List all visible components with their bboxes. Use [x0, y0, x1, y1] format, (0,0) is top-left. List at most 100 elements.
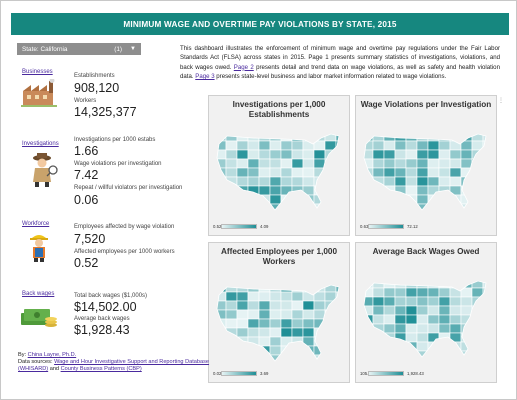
- state-region[interactable]: [427, 158, 440, 169]
- state-region[interactable]: [280, 327, 293, 338]
- state-region[interactable]: [471, 279, 484, 289]
- state-region[interactable]: [427, 167, 440, 178]
- state-region[interactable]: [336, 213, 347, 216]
- state-region[interactable]: [372, 287, 385, 298]
- state-region[interactable]: [324, 318, 337, 329]
- state-region[interactable]: [383, 341, 396, 352]
- state-region[interactable]: [236, 300, 249, 311]
- state-region[interactable]: [449, 332, 462, 343]
- state-region[interactable]: [236, 149, 249, 160]
- state-region[interactable]: [324, 149, 337, 160]
- state-region[interactable]: [362, 176, 374, 187]
- state-region[interactable]: [324, 345, 337, 356]
- state-region[interactable]: [416, 140, 429, 151]
- state-region[interactable]: [362, 279, 374, 289]
- state-region[interactable]: [324, 167, 337, 178]
- state-region[interactable]: [405, 323, 418, 334]
- map-panel-affected-employees[interactable]: Affected Employees per 1,000 Workers 0.0…: [208, 242, 350, 383]
- state-region[interactable]: [427, 287, 440, 298]
- state-region[interactable]: [302, 140, 315, 151]
- state-region[interactable]: [335, 194, 347, 205]
- state-region[interactable]: [313, 149, 326, 160]
- state-region[interactable]: [427, 176, 440, 187]
- state-region[interactable]: [269, 318, 282, 329]
- state-region[interactable]: [280, 318, 293, 329]
- state-region[interactable]: [225, 318, 238, 329]
- state-region[interactable]: [471, 132, 484, 142]
- state-region[interactable]: [225, 354, 238, 364]
- state-region[interactable]: [258, 176, 271, 187]
- state-region[interactable]: [362, 350, 374, 360]
- state-region[interactable]: [247, 291, 260, 302]
- state-region[interactable]: [394, 149, 407, 160]
- state-region[interactable]: [269, 185, 282, 196]
- state-region[interactable]: [449, 296, 462, 307]
- state-region[interactable]: [247, 318, 260, 329]
- state-region[interactable]: [269, 132, 282, 142]
- state-region[interactable]: [395, 213, 406, 216]
- state-region[interactable]: [313, 132, 326, 142]
- state-region[interactable]: [291, 318, 304, 329]
- state-region[interactable]: [416, 176, 429, 187]
- state-region[interactable]: [438, 314, 451, 325]
- state-region[interactable]: [427, 323, 440, 334]
- state-region[interactable]: [427, 296, 440, 307]
- state-region[interactable]: [247, 345, 260, 356]
- state-region[interactable]: [427, 341, 440, 352]
- state-region[interactable]: [313, 327, 326, 338]
- state-region[interactable]: [449, 158, 462, 169]
- state-region[interactable]: [394, 203, 407, 213]
- state-region[interactable]: [383, 350, 396, 360]
- state-region[interactable]: [236, 203, 249, 213]
- state-region[interactable]: [384, 360, 395, 363]
- state-region[interactable]: [394, 140, 407, 151]
- state-region[interactable]: [416, 149, 429, 160]
- state-region[interactable]: [416, 132, 429, 142]
- state-region[interactable]: [383, 203, 396, 213]
- state-region[interactable]: [471, 332, 484, 343]
- state-region[interactable]: [471, 149, 484, 160]
- state-region[interactable]: [449, 167, 462, 178]
- state-region[interactable]: [428, 360, 439, 363]
- state-region[interactable]: [394, 176, 407, 187]
- state-region[interactable]: [482, 305, 494, 316]
- state-region[interactable]: [215, 309, 227, 320]
- state-region[interactable]: [372, 314, 385, 325]
- us-choropleth-wage-violations[interactable]: [360, 126, 494, 216]
- state-region[interactable]: [225, 309, 238, 320]
- state-region[interactable]: [247, 300, 260, 311]
- state-region[interactable]: [335, 318, 347, 329]
- state-region[interactable]: [405, 314, 418, 325]
- state-region[interactable]: [292, 213, 303, 216]
- state-region[interactable]: [236, 291, 249, 302]
- state-region[interactable]: [237, 364, 248, 367]
- state-region[interactable]: [449, 140, 462, 151]
- state-region[interactable]: [247, 283, 260, 293]
- state-region[interactable]: [482, 176, 494, 187]
- state-region[interactable]: [302, 167, 315, 178]
- state-region[interactable]: [416, 287, 429, 298]
- state-region[interactable]: [225, 167, 238, 178]
- state-region[interactable]: [291, 291, 304, 302]
- state-region[interactable]: [280, 203, 293, 213]
- state-region[interactable]: [394, 158, 407, 169]
- state-region[interactable]: [335, 336, 347, 347]
- state-region[interactable]: [372, 296, 385, 307]
- state-region[interactable]: [335, 203, 347, 213]
- state-region[interactable]: [247, 149, 260, 160]
- state-region[interactable]: [335, 158, 347, 169]
- state-region[interactable]: [248, 213, 259, 216]
- state-region[interactable]: [405, 305, 418, 316]
- state-region[interactable]: [259, 364, 270, 367]
- state-region[interactable]: [438, 287, 451, 298]
- state-region[interactable]: [303, 213, 314, 216]
- state-region[interactable]: [460, 323, 473, 334]
- state-region[interactable]: [395, 360, 406, 363]
- state-region[interactable]: [438, 350, 451, 360]
- state-region[interactable]: [281, 213, 292, 216]
- state-region[interactable]: [405, 185, 418, 196]
- state-region[interactable]: [394, 132, 407, 142]
- state-region[interactable]: [362, 203, 374, 213]
- state-region[interactable]: [373, 360, 384, 363]
- state-region[interactable]: [394, 305, 407, 316]
